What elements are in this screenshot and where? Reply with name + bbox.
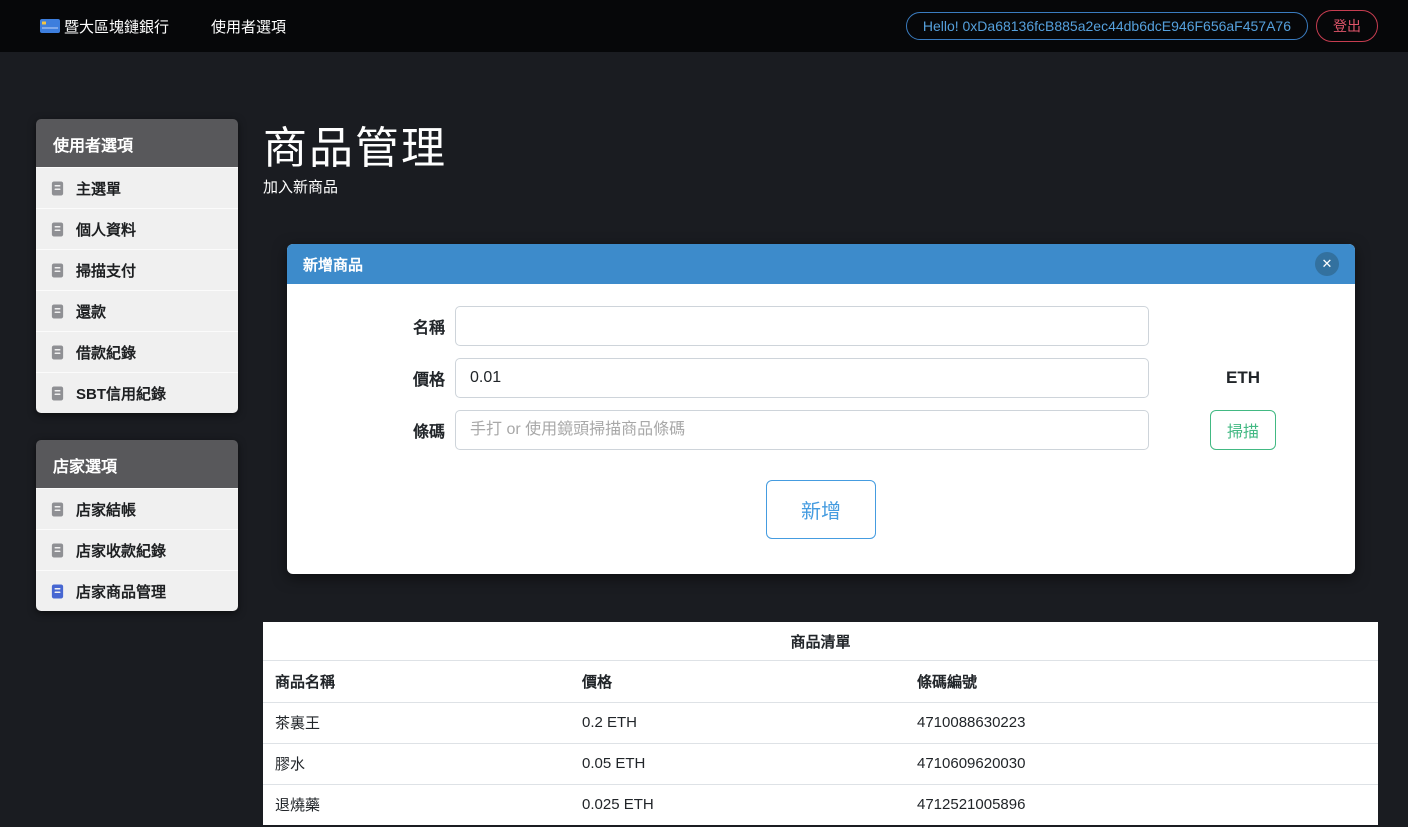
top-navbar: 暨大區塊鏈銀行 使用者選項 Hello! 0xDa68136fcB885a2ec…: [0, 0, 1408, 52]
cell-price: 0.2 ETH: [570, 702, 905, 743]
barcode-field-row: 條碼 掃描: [287, 410, 1355, 450]
sidebar-item-label: SBT信用紀錄: [76, 383, 166, 404]
ledger-icon: [50, 345, 65, 360]
cell-price: 0.05 ETH: [570, 743, 905, 784]
ledger-icon: [50, 181, 65, 196]
barcode-input[interactable]: [455, 410, 1149, 450]
logout-button[interactable]: 登出: [1316, 10, 1378, 42]
price-unit-label: ETH: [1226, 368, 1260, 388]
name-input[interactable]: [455, 306, 1149, 346]
sidebar-item-label: 借款紀錄: [76, 342, 136, 363]
sidebar-item-sbt-credit[interactable]: SBT信用紀錄: [36, 372, 238, 413]
scan-button[interactable]: 掃描: [1210, 410, 1276, 450]
table-row: 膠水 0.05 ETH 4710609620030: [263, 743, 1378, 784]
barcode-label: 條碼: [287, 418, 455, 442]
sidebar-item-main-menu[interactable]: 主選單: [36, 167, 238, 208]
wallet-greeting-button[interactable]: Hello! 0xDa68136fcB885a2ec44db6dcE946F65…: [906, 12, 1308, 40]
add-product-card-header: 新增商品 ✕: [287, 244, 1355, 284]
ledger-icon: [50, 263, 65, 278]
add-product-card: 新增商品 ✕ 名稱 價格 ETH 條碼 掃描 新增: [287, 244, 1355, 574]
ledger-icon: [50, 222, 65, 237]
page-subtitle: 加入新商品: [263, 176, 338, 197]
add-product-card-title: 新增商品: [303, 254, 363, 275]
ledger-icon: [50, 584, 65, 599]
add-button[interactable]: 新增: [766, 480, 876, 539]
price-label: 價格: [287, 366, 455, 390]
brand-label: 暨大區塊鏈銀行: [64, 16, 169, 37]
column-header-product-name: 商品名稱: [263, 661, 570, 702]
add-product-form: 名稱 價格 ETH 條碼 掃描 新增: [287, 284, 1355, 574]
cell-product-name: 膠水: [263, 743, 570, 784]
sidebar-section-user: 使用者選項 主選單 個人資料 掃描支付 還款 借款紀錄 SBT信用紀錄: [36, 119, 238, 413]
sidebar-item-store-payment-records[interactable]: 店家收款紀錄: [36, 529, 238, 570]
ledger-icon: [50, 502, 65, 517]
cell-barcode: 4710088630223: [905, 702, 1378, 743]
ledger-icon: [50, 304, 65, 319]
cell-barcode: 4712521005896: [905, 784, 1378, 825]
table-header-row: 商品名稱 價格 條碼編號: [263, 661, 1378, 702]
sidebar-item-profile[interactable]: 個人資料: [36, 208, 238, 249]
sidebar-item-repay[interactable]: 還款: [36, 290, 238, 331]
sidebar-item-label: 店家收款紀錄: [76, 540, 166, 561]
column-header-price: 價格: [570, 661, 905, 702]
ledger-icon: [50, 543, 65, 558]
sidebar-item-scan-pay[interactable]: 掃描支付: [36, 249, 238, 290]
sidebar-section-store: 店家選項 店家結帳 店家收款紀錄 店家商品管理: [36, 440, 238, 611]
sidebar-item-label: 店家商品管理: [76, 581, 166, 602]
sidebar-item-label: 主選單: [76, 178, 121, 199]
page-title: 商品管理: [263, 112, 447, 176]
sidebar-section-title: 使用者選項: [36, 119, 238, 167]
cell-barcode: 4710609620030: [905, 743, 1378, 784]
table-row: 茶裏王 0.2 ETH 4710088630223: [263, 702, 1378, 743]
price-input[interactable]: [455, 358, 1149, 398]
nav-item-user-options[interactable]: 使用者選項: [211, 16, 286, 37]
brand-link[interactable]: 暨大區塊鏈銀行: [40, 16, 169, 37]
close-icon[interactable]: ✕: [1315, 252, 1339, 276]
product-list-caption: 商品清單: [263, 622, 1378, 661]
price-field-row: 價格 ETH: [287, 358, 1355, 398]
navbar-right: Hello! 0xDa68136fcB885a2ec44db6dcE946F65…: [906, 10, 1378, 42]
sidebar-item-label: 個人資料: [76, 219, 136, 240]
ledger-icon: [50, 386, 65, 401]
product-table: 商品名稱 價格 條碼編號 茶裏王 0.2 ETH 4710088630223 膠…: [263, 661, 1378, 825]
sidebar: 使用者選項 主選單 個人資料 掃描支付 還款 借款紀錄 SBT信用紀錄 店家選項: [36, 119, 238, 638]
sidebar-item-label: 店家結帳: [76, 499, 136, 520]
cell-product-name: 茶裏王: [263, 702, 570, 743]
sidebar-item-store-checkout[interactable]: 店家結帳: [36, 488, 238, 529]
credit-card-icon: [40, 18, 60, 34]
name-field-row: 名稱: [287, 306, 1355, 346]
column-header-barcode: 條碼編號: [905, 661, 1378, 702]
cell-product-name: 退燒藥: [263, 784, 570, 825]
product-list-card: 商品清單 商品名稱 價格 條碼編號 茶裏王 0.2 ETH 4710088630…: [263, 622, 1378, 825]
name-label: 名稱: [287, 314, 455, 338]
sidebar-item-label: 還款: [76, 301, 106, 322]
cell-price: 0.025 ETH: [570, 784, 905, 825]
sidebar-item-label: 掃描支付: [76, 260, 136, 281]
table-row: 退燒藥 0.025 ETH 4712521005896: [263, 784, 1378, 825]
sidebar-section-title: 店家選項: [36, 440, 238, 488]
sidebar-item-store-product-management[interactable]: 店家商品管理: [36, 570, 238, 611]
sidebar-item-loan-records[interactable]: 借款紀錄: [36, 331, 238, 372]
